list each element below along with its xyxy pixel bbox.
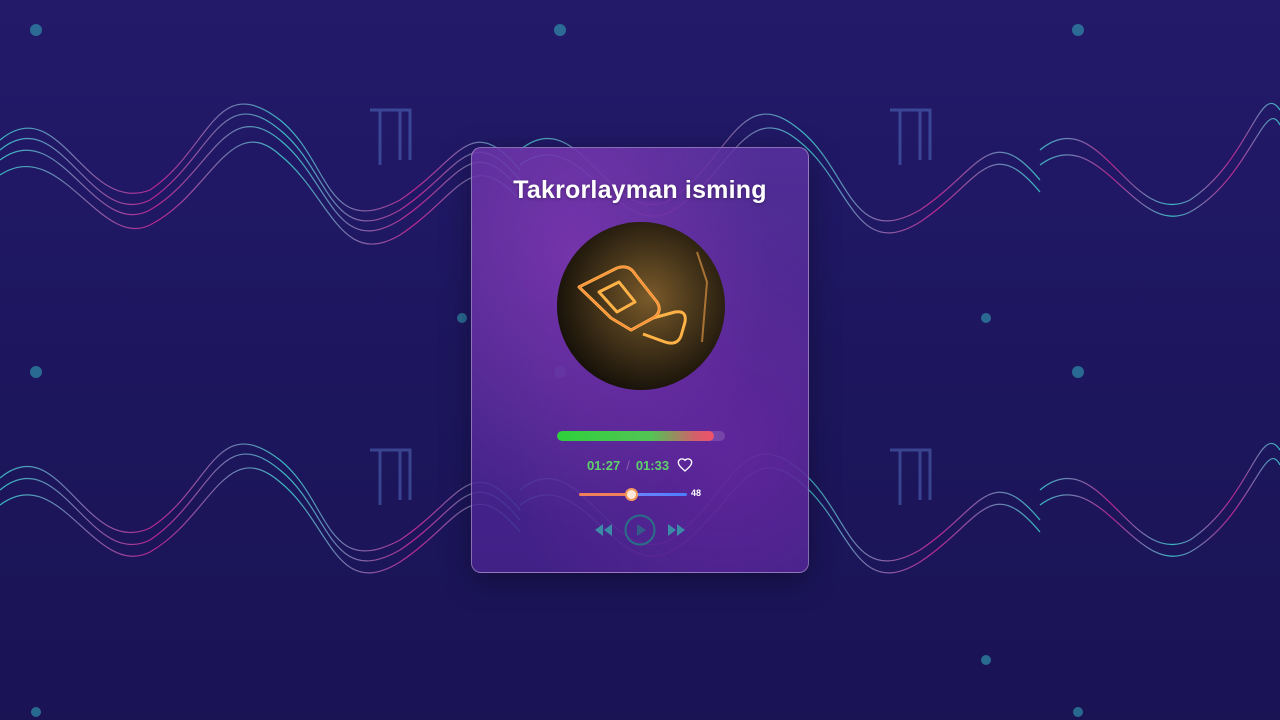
play-circle-icon <box>624 514 656 546</box>
playback-controls <box>472 514 808 546</box>
play-button[interactable] <box>624 514 656 546</box>
volume-value: 48 <box>691 488 702 498</box>
volume-control[interactable]: 48 <box>579 488 709 502</box>
song-title: Takrorlayman isming <box>513 176 767 204</box>
time-row: 01:27 / 01:33 <box>472 457 808 473</box>
current-time: 01:27 <box>586 457 621 473</box>
heart-outline-icon[interactable] <box>677 457 693 473</box>
song-progress-bar[interactable] <box>557 431 725 441</box>
time-separator: / <box>626 457 630 473</box>
volume-slider-thumb[interactable] <box>624 488 638 501</box>
rewind-button[interactable] <box>594 523 614 537</box>
rewind-icon <box>595 524 612 536</box>
fast-forward-icon <box>668 524 685 536</box>
album-cover <box>557 222 725 390</box>
music-player-card: Takrorlayman isming 01:27 / 01:33 48 <box>471 147 809 573</box>
neon-logo-cover-icon <box>557 222 725 390</box>
fast-forward-button[interactable] <box>666 523 686 537</box>
duration: 01:33 <box>635 457 670 473</box>
song-progress-fill <box>557 431 715 441</box>
